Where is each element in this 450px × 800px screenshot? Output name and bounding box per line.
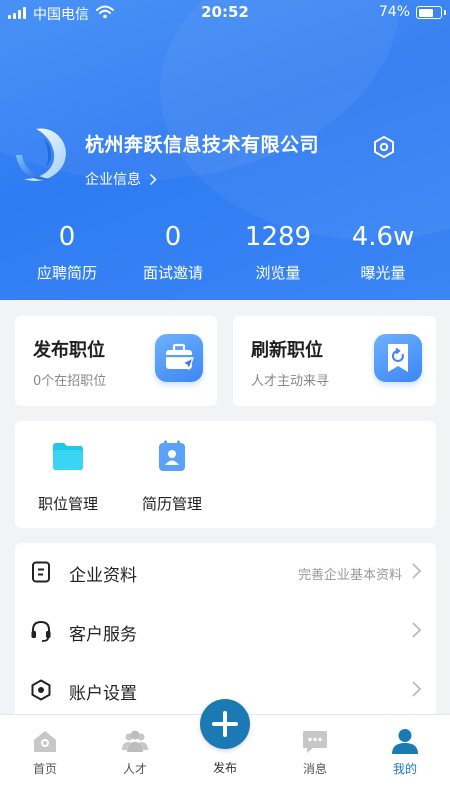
publish-job-subtitle: 0个在招职位 — [33, 374, 107, 389]
publish-job-card[interactable]: 发布职位 0个在招职位 — [15, 316, 217, 406]
management-card: 职位管理 简历管理 — [15, 421, 436, 528]
status-bar: 中国电信 20:52 74% — [0, 0, 450, 26]
stat-exposure[interactable]: 4.6w 曝光量 — [327, 220, 439, 283]
company-name: 杭州奔跃信息技术有限公司 — [85, 134, 320, 156]
tab-profile[interactable]: 我的 — [360, 715, 450, 800]
battery-icon — [416, 6, 446, 19]
stat-value: 1289 — [244, 222, 312, 252]
resume-management-button[interactable]: 简历管理 — [122, 439, 222, 514]
stat-label: 应聘简历 — [36, 264, 97, 282]
stat-label: 浏览量 — [255, 264, 301, 282]
company-info-label: 企业信息 — [85, 172, 141, 188]
profile-header: 中国电信 20:52 74% 杭州奔跃信息技术有限公司 企业信息 0 应聘简历 … — [0, 0, 450, 300]
stat-value: 0 — [58, 222, 76, 252]
chevron-right-icon — [149, 173, 157, 185]
customer-service-label: 客户服务 — [69, 625, 137, 645]
customer-service-row[interactable]: 客户服务 — [15, 602, 436, 660]
job-management-label: 职位管理 — [37, 495, 98, 513]
job-management-button[interactable]: 职位管理 — [18, 439, 118, 514]
refresh-bookmark-icon — [374, 334, 422, 382]
settings-list: 企业资料 完善企业基本资料 客户服务 账户设置 — [15, 543, 436, 718]
company-profile-label: 企业资料 — [69, 566, 137, 586]
tab-publish-label[interactable]: 发布 — [180, 759, 270, 776]
stat-label: 面试邀请 — [142, 264, 203, 282]
stats-row: 0 应聘简历 0 面试邀请 1289 浏览量 4.6w 曝光量 — [0, 220, 450, 290]
refresh-job-card[interactable]: 刷新职位 人才主动来寻 — [233, 316, 436, 406]
resume-icon — [159, 440, 185, 471]
profile-icon — [392, 729, 418, 754]
company-logo — [16, 128, 66, 182]
chevron-right-icon — [412, 681, 422, 697]
tab-messages-label: 消息 — [302, 762, 327, 776]
briefcase-icon — [155, 334, 203, 382]
company-info-link[interactable]: 企业信息 — [85, 169, 157, 189]
refresh-job-title: 刷新职位 — [251, 340, 323, 361]
tab-home-label: 首页 — [32, 762, 57, 776]
resume-management-label: 简历管理 — [141, 495, 202, 513]
header-decoration — [160, 0, 450, 240]
stat-value: 4.6w — [351, 222, 415, 252]
stat-applications[interactable]: 0 应聘简历 — [11, 220, 123, 283]
stat-views[interactable]: 1289 浏览量 — [222, 220, 334, 283]
publish-job-title: 发布职位 — [33, 340, 105, 361]
tab-profile-label: 我的 — [392, 762, 417, 776]
tab-home[interactable]: 首页 — [0, 715, 90, 800]
stat-label: 曝光量 — [360, 264, 406, 282]
message-icon — [303, 731, 327, 753]
home-icon — [34, 731, 56, 752]
battery-percent: 74% — [378, 4, 410, 20]
account-settings-label: 账户设置 — [69, 684, 137, 704]
settings-icon[interactable] — [372, 135, 396, 159]
chevron-right-icon — [412, 563, 422, 579]
tab-talent[interactable]: 人才 — [90, 715, 180, 800]
folder-icon — [53, 443, 83, 470]
stat-value: 0 — [164, 222, 182, 252]
hexagon-settings-icon — [31, 679, 51, 701]
chevron-right-icon — [412, 622, 422, 638]
company-profile-hint: 完善企业基本资料 — [297, 568, 402, 583]
headset-icon — [31, 620, 51, 642]
tab-talent-label: 人才 — [122, 762, 147, 776]
tab-messages[interactable]: 消息 — [270, 715, 360, 800]
publish-plus-button[interactable] — [200, 699, 250, 749]
document-icon — [32, 561, 50, 583]
refresh-job-subtitle: 人才主动来寻 — [251, 374, 330, 389]
people-icon — [122, 730, 148, 752]
company-profile-row[interactable]: 企业资料 完善企业基本资料 — [15, 543, 436, 601]
stat-interviews[interactable]: 0 面试邀请 — [117, 220, 229, 283]
